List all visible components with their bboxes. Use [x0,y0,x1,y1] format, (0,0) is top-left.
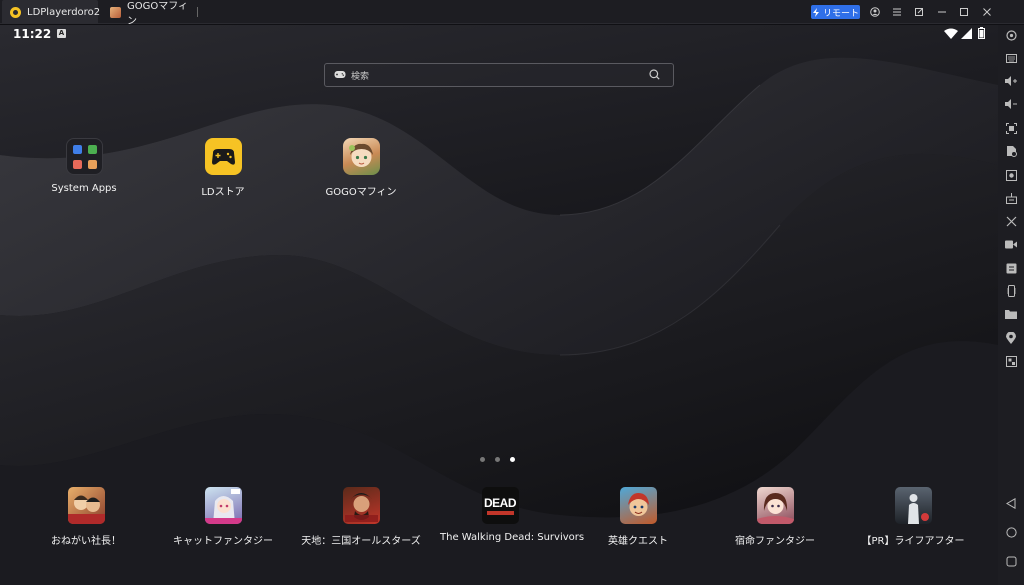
settings-icon[interactable] [1004,28,1018,42]
maximize-icon[interactable] [957,5,971,19]
page-dot-active[interactable] [510,457,515,462]
tenchi-sangoku-icon [342,487,380,524]
dock-app-life-after[interactable]: 【PR】ライフアフター [853,487,973,547]
tab-separator [197,7,198,17]
remote-label: リモート [822,8,859,19]
lightning-icon [812,7,819,17]
volume-up-icon[interactable] [1004,74,1018,88]
app-label: 英雄クエスト [608,536,668,547]
cat-fantasy-icon [204,487,242,524]
app-label: LDストア [201,187,245,198]
app-gogo-muffin[interactable]: GOGOマフィン [301,138,421,198]
walking-dead-banner [486,511,514,515]
dock-app-walking-dead[interactable]: DEAD The Walking Dead: Survivors [440,487,585,543]
app-label: キャットファンタジー [173,536,273,547]
gogo-muffin-icon [342,138,380,175]
page-dot[interactable] [495,457,500,462]
close-icon[interactable] [980,5,994,19]
ld-store-icon [204,138,242,175]
battery-icon [978,27,985,39]
life-after-icon [894,487,932,524]
clock: 11:22 [13,27,52,41]
app-system-apps[interactable]: System Apps [24,138,144,194]
app-label: 天地：三国オールスターズ [301,536,421,547]
volume-down-icon[interactable] [1004,97,1018,111]
tab-gogo-muffin[interactable]: GOGOマフィン [106,0,196,27]
scissors-icon[interactable] [1004,214,1018,228]
eiyu-quest-icon [619,487,657,524]
app-label: 【PR】ライフアフター [861,536,965,547]
tab-label: GOGOマフィン [127,1,189,27]
walking-dead-icon: DEAD [481,487,519,524]
right-toolbar [998,25,1024,585]
dock-app-eiyu-quest[interactable]: 英雄クエスト [578,487,698,547]
android-screen: 11:22 A 検索 System Apps LDストア GOGOマフィン おね… [0,25,998,585]
minimize-icon[interactable] [935,5,949,19]
shake-icon[interactable] [1004,284,1018,298]
sync-icon[interactable] [1004,261,1018,275]
gogo-muffin-tab-icon [110,6,121,18]
recents-icon[interactable] [1004,554,1018,568]
gamepad-icon [334,71,346,78]
operation-icon[interactable] [1004,191,1018,205]
restore-icon[interactable] [912,5,926,19]
status-bar: 11:22 A [0,25,998,45]
video-icon[interactable] [1004,237,1018,251]
remote-button[interactable]: リモート [811,5,860,19]
menu-icon[interactable] [890,5,904,19]
dock-app-shukumei-fantasy[interactable]: 宿命ファンタジー [715,487,835,547]
back-icon[interactable] [1004,496,1018,510]
system-apps-folder-icon [65,138,103,175]
folder-icon[interactable] [1004,307,1018,321]
user-icon[interactable] [868,5,882,19]
app-ld-store[interactable]: LDストア [163,138,283,198]
walking-dead-logo-text: DEAD [483,496,517,510]
wifi-icon [944,28,958,39]
ldplayer-logo-icon [10,6,21,18]
keyboard-icon[interactable] [1004,51,1018,65]
search-bar[interactable]: 検索 [324,63,674,87]
page-dot[interactable] [480,457,485,462]
add-apk-icon[interactable] [1004,144,1018,158]
app-label: System Apps [51,183,117,194]
dock-app-tenchi-sangoku[interactable]: 天地：三国オールスターズ [301,487,421,547]
onegai-shacho-icon [67,487,105,524]
search-icon[interactable] [649,69,660,80]
app-label: 宿命ファンタジー [735,536,815,547]
dock-app-onegai-shacho[interactable]: おねがい社長！ [26,487,146,547]
shukumei-fantasy-icon [756,487,794,524]
home-icon[interactable] [1004,525,1018,539]
title-bar: LDPlayerdoro2 GOGOマフィン リモート [0,0,1024,27]
multi-instance-icon[interactable] [1004,354,1018,368]
location-icon[interactable] [1004,331,1018,345]
app-label: GOGOマフィン [325,187,397,198]
app-label: The Walking Dead: Survivors [440,532,585,543]
signal-icon [961,28,972,39]
app-label: おねがい社長！ [51,536,121,547]
tab-ldplayer[interactable]: LDPlayerdoro2 [2,0,101,24]
screenshot-icon[interactable] [1004,121,1018,135]
search-placeholder: 検索 [351,72,370,82]
record-icon[interactable] [1004,168,1018,182]
tab-label: LDPlayerdoro2 [27,6,101,18]
notification-badge-icon: A [57,29,66,38]
dock-app-cat-fantasy[interactable]: キャットファンタジー [163,487,283,547]
